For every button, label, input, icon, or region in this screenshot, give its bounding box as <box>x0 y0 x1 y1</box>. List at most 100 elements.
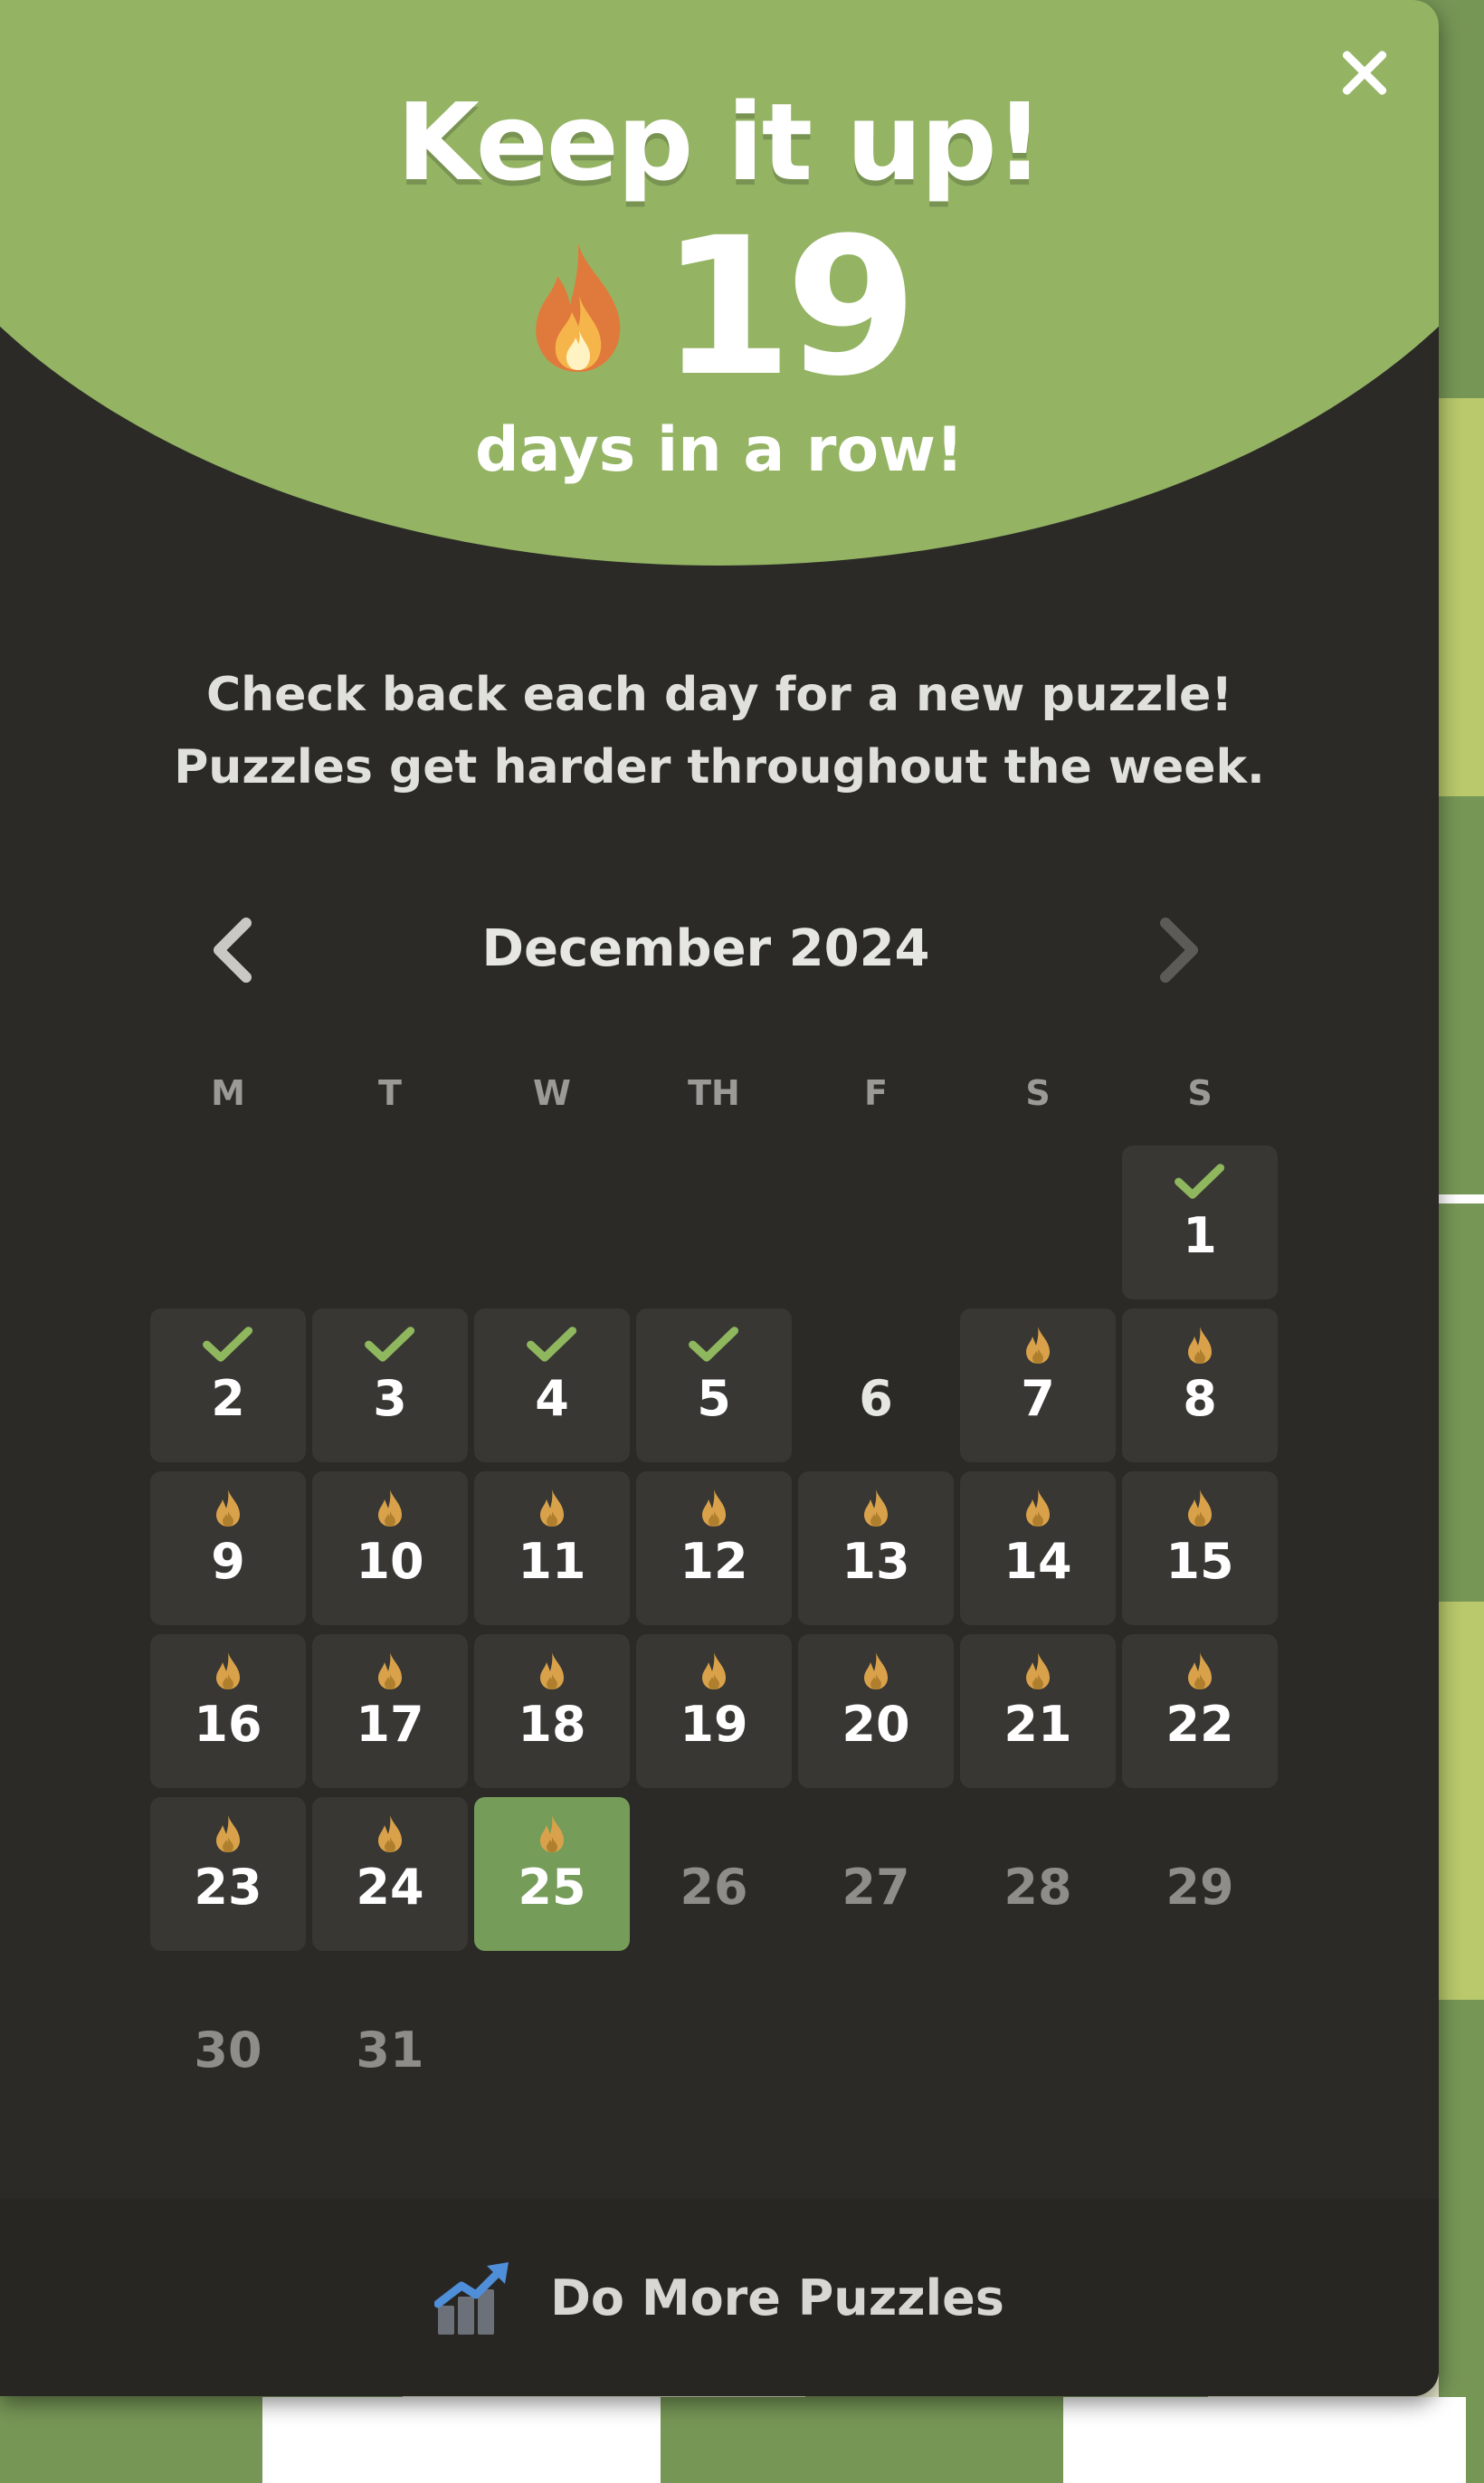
calendar-day-number: 25 <box>518 1859 586 1916</box>
do-more-puzzles-label: Do More Puzzles <box>550 2269 1004 2326</box>
flame-icon <box>1122 1651 1278 1692</box>
background-board-right-edge <box>1439 0 1484 2483</box>
calendar-day-number: 22 <box>1165 1696 1234 1753</box>
calendar-day-1[interactable]: 1 <box>1122 1146 1278 1299</box>
streak-modal: Keep it up! 19 days in a row! Check back… <box>0 0 1439 2396</box>
weekday-wed: W <box>533 1073 571 1113</box>
calendar-day-number: 11 <box>518 1533 586 1590</box>
calendar-day-6[interactable]: 6 <box>798 1308 954 1462</box>
calendar-day-number: 26 <box>680 1859 748 1916</box>
calendar-day-number: 2 <box>211 1370 245 1427</box>
flame-icon <box>798 1488 954 1529</box>
calendar-day-number: 29 <box>1165 1859 1234 1916</box>
calendar-day-17[interactable]: 17 <box>312 1634 468 1788</box>
calendar-day-number: 13 <box>842 1533 910 1590</box>
calendar-day-number: 12 <box>680 1533 748 1590</box>
streak-label: days in a row! <box>475 414 964 486</box>
weekday-sat: S <box>1025 1073 1051 1113</box>
weekday-fri: F <box>864 1073 888 1113</box>
calendar-day-26: 26 <box>636 1797 792 1951</box>
calendar-day-8[interactable]: 8 <box>1122 1308 1278 1462</box>
calendar-day-9[interactable]: 9 <box>150 1471 306 1625</box>
calendar-day-16[interactable]: 16 <box>150 1634 306 1788</box>
calendar-day-4[interactable]: 4 <box>474 1308 630 1462</box>
calendar-day-number: 9 <box>211 1533 245 1590</box>
flame-icon <box>1122 1488 1278 1529</box>
weekday-thu: TH <box>688 1073 740 1113</box>
month-label: December 2024 <box>481 919 930 978</box>
calendar-day-29: 29 <box>1122 1797 1278 1951</box>
calendar-day-19[interactable]: 19 <box>636 1634 792 1788</box>
modal-title: Keep it up! <box>396 80 1043 205</box>
flame-icon <box>474 1488 630 1529</box>
flame-icon <box>312 1813 468 1855</box>
calendar-blank-cell <box>312 1146 468 1299</box>
calendar-day-25[interactable]: 25 <box>474 1797 630 1951</box>
calendar-day-number: 7 <box>1021 1370 1055 1427</box>
calendar-day-20[interactable]: 20 <box>798 1634 954 1788</box>
calendar-day-23[interactable]: 23 <box>150 1797 306 1951</box>
trending-chart-icon <box>434 2262 509 2335</box>
flame-icon <box>150 1813 306 1855</box>
calendar-day-30: 30 <box>150 1960 306 2114</box>
calendar-day-number: 5 <box>697 1370 731 1427</box>
calendar-day-number: 10 <box>356 1533 424 1590</box>
chevron-right-icon[interactable] <box>1140 914 1213 986</box>
flame-icon <box>150 1651 306 1692</box>
streak-count: 19 <box>660 196 918 418</box>
flame-icon <box>960 1325 1116 1366</box>
weekday-mon: M <box>211 1073 245 1113</box>
calendar-day-number: 24 <box>356 1859 424 1916</box>
calendar-day-18[interactable]: 18 <box>474 1634 630 1788</box>
flame-icon <box>536 243 621 372</box>
calendar-blank-cell <box>150 1146 306 1299</box>
calendar-day-number: 17 <box>356 1696 424 1753</box>
weekday-tue: T <box>378 1073 402 1113</box>
calendar-day-5[interactable]: 5 <box>636 1308 792 1462</box>
flame-icon <box>798 1651 954 1692</box>
calendar-day-27: 27 <box>798 1797 954 1951</box>
checkmark-icon <box>312 1325 468 1366</box>
calendar-day-number: 15 <box>1165 1533 1234 1590</box>
calendar-blank-cell <box>636 1146 792 1299</box>
calendar-day-24[interactable]: 24 <box>312 1797 468 1951</box>
calendar-day-number: 31 <box>356 2022 424 2079</box>
calendar-day-10[interactable]: 10 <box>312 1471 468 1625</box>
calendar-day-7[interactable]: 7 <box>960 1308 1116 1462</box>
flame-icon <box>474 1813 630 1855</box>
calendar-day-12[interactable]: 12 <box>636 1471 792 1625</box>
weekday-header: M T W TH F S S <box>150 1073 1279 1113</box>
calendar-day-15[interactable]: 15 <box>1122 1471 1278 1625</box>
calendar-day-number: 16 <box>194 1696 262 1753</box>
calendar-day-13[interactable]: 13 <box>798 1471 954 1625</box>
calendar-day-number: 21 <box>1004 1696 1072 1753</box>
calendar-day-14[interactable]: 14 <box>960 1471 1116 1625</box>
calendar-day-3[interactable]: 3 <box>312 1308 468 1462</box>
flame-icon <box>150 1488 306 1529</box>
calendar-day-28: 28 <box>960 1797 1116 1951</box>
background-board-bottom-edge <box>0 2397 1484 2483</box>
calendar-day-11[interactable]: 11 <box>474 1471 630 1625</box>
do-more-puzzles-button[interactable]: Do More Puzzles <box>0 2199 1439 2396</box>
calendar-blank-cell <box>960 1146 1116 1299</box>
calendar-blank-cell <box>474 1146 630 1299</box>
flame-icon <box>474 1651 630 1692</box>
checkmark-icon <box>474 1325 630 1366</box>
calendar-day-2[interactable]: 2 <box>150 1308 306 1462</box>
calendar-nav: December 2024 <box>181 905 1231 995</box>
flame-icon <box>960 1651 1116 1692</box>
info-message: Check back each day for a new puzzle! Pu… <box>0 659 1439 804</box>
calendar-blank-cell <box>798 1146 954 1299</box>
calendar-day-number: 6 <box>859 1370 893 1427</box>
calendar-day-number: 14 <box>1004 1533 1072 1590</box>
calendar-day-number: 8 <box>1183 1370 1217 1427</box>
flame-icon <box>1122 1325 1278 1366</box>
checkmark-icon <box>150 1325 306 1366</box>
streak-counter: 19 <box>0 196 1439 418</box>
calendar-day-21[interactable]: 21 <box>960 1634 1116 1788</box>
calendar-day-number: 4 <box>535 1370 569 1427</box>
calendar-day-number: 28 <box>1004 1859 1072 1916</box>
calendar-day-22[interactable]: 22 <box>1122 1634 1278 1788</box>
calendar-day-number: 18 <box>518 1696 586 1753</box>
calendar-day-number: 23 <box>194 1859 262 1916</box>
